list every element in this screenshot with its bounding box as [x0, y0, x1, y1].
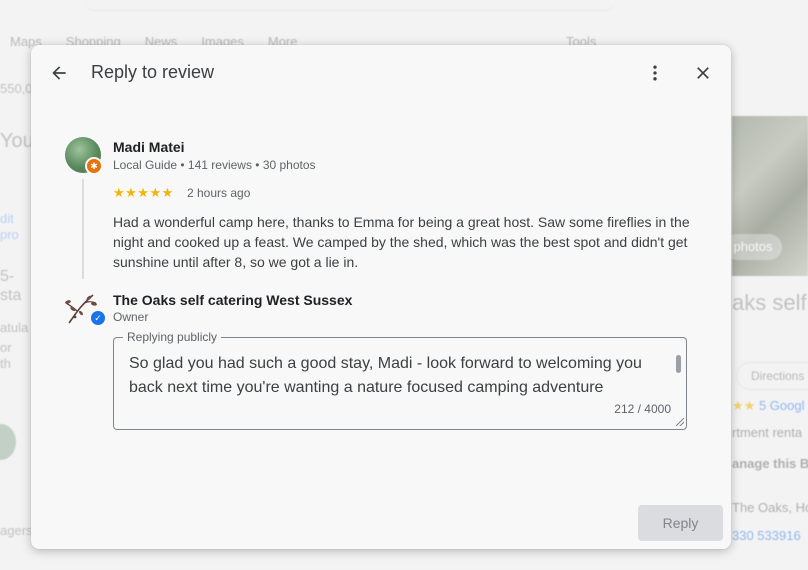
background-fragment: or th: [0, 340, 12, 371]
star-rating: ★★★★★: [113, 185, 174, 200]
background-fragment: 5-sta: [0, 268, 22, 305]
reply-field-label: Replying publicly: [123, 330, 222, 344]
more-options-button[interactable]: [639, 57, 671, 89]
owner-role: Owner: [113, 310, 149, 324]
reply-textarea[interactable]: So glad you had such a good stay, Madi -…: [129, 352, 669, 400]
background-business-title: aks self: [732, 290, 807, 315]
owner-name: The Oaks self catering West Sussex: [113, 292, 353, 308]
background-search-bar: [85, 0, 615, 11]
close-icon: [697, 67, 709, 79]
background-fragment: atula: [0, 320, 29, 335]
character-count: 212 / 4000: [614, 402, 671, 416]
review-timestamp: 2 hours ago: [187, 186, 251, 200]
background-directions-button: Directions: [736, 362, 808, 390]
background-avatar: [0, 424, 16, 460]
background-phone: 330 533916: [732, 528, 801, 543]
reply-to-review-dialog: Reply to review ✱ Madi Matei Local Guide…: [31, 45, 731, 549]
reviewer-name[interactable]: Madi Matei: [113, 139, 185, 155]
background-stars: ★★: [732, 398, 756, 413]
background-photos-button: photos: [724, 234, 782, 260]
close-button[interactable]: [687, 57, 719, 89]
reply-button[interactable]: Reply: [638, 505, 723, 541]
background-fragment: 550,0: [0, 81, 33, 96]
background-rating: ★★ 5 Googl: [732, 398, 805, 413]
background-fragment: You: [0, 130, 34, 152]
background-fragment: agers: [0, 523, 33, 538]
background-fragment: dit pro: [0, 211, 19, 242]
back-button[interactable]: [43, 57, 75, 89]
thread-connector-line: [82, 179, 84, 279]
local-guide-badge-icon: ✱: [85, 157, 103, 175]
background-address: The Oaks, Ho: [732, 500, 808, 515]
resize-handle-icon[interactable]: [676, 418, 684, 426]
more-vert-icon: [653, 65, 657, 81]
review-text: Had a wonderful camp here, thanks to Emm…: [113, 214, 690, 270]
dialog-header: Reply to review: [31, 45, 731, 101]
background-category: rtment renta: [732, 425, 803, 440]
verified-check-icon: ✓: [89, 309, 107, 327]
dialog-title: Reply to review: [91, 62, 215, 82]
reviewer-meta: Local Guide • 141 reviews • 30 photos: [113, 158, 316, 172]
background-manage: anage this B: [732, 456, 808, 471]
reply-scrollbar[interactable]: [676, 355, 681, 373]
arrow-back-icon: [52, 66, 66, 80]
